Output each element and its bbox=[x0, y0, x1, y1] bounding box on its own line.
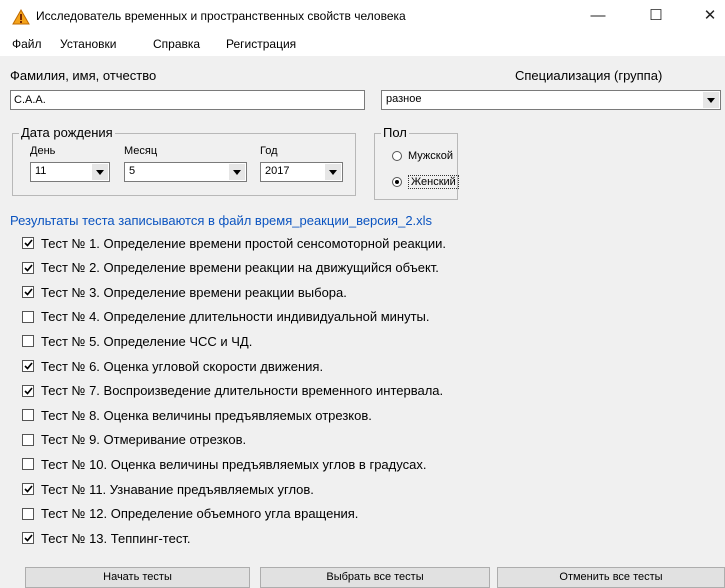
select-all-tests-button[interactable]: Выбрать все тесты bbox=[260, 567, 490, 588]
year-label: Год bbox=[260, 145, 278, 157]
test-checkbox[interactable] bbox=[22, 310, 34, 323]
test-checkbox[interactable] bbox=[22, 458, 34, 471]
specialization-value: разное bbox=[386, 93, 422, 105]
close-button[interactable]: ✕ bbox=[690, 4, 725, 28]
window-title: Исследователь временных и пространственн… bbox=[36, 9, 406, 23]
test-item[interactable]: Тест № 2. Определение времени реакции на… bbox=[22, 258, 439, 278]
menu-file[interactable]: Файл bbox=[12, 37, 42, 51]
checkmark-icon bbox=[23, 534, 33, 542]
chevron-down-icon[interactable] bbox=[325, 164, 341, 180]
test-label: Тест № 1. Определение времени простой се… bbox=[41, 235, 446, 251]
test-label: Тест № 9. Отмеривание отрезков. bbox=[41, 432, 247, 448]
fio-label: Фамилия, имя, отчество bbox=[10, 68, 157, 83]
test-checkbox[interactable] bbox=[22, 286, 34, 299]
results-file-note: Результаты теста записываются в файл вре… bbox=[10, 213, 433, 228]
test-label: Тест № 12. Определение объемного угла вр… bbox=[41, 506, 359, 522]
test-checkbox[interactable] bbox=[22, 433, 34, 446]
checkmark-icon bbox=[23, 485, 33, 493]
start-tests-button[interactable]: Начать тесты bbox=[25, 567, 250, 588]
radio-female[interactable]: Женский bbox=[392, 175, 459, 189]
test-checkbox[interactable] bbox=[22, 335, 34, 348]
checkmark-icon bbox=[23, 387, 33, 395]
test-item[interactable]: Тест № 7. Воспроизведение длительности в… bbox=[22, 381, 443, 401]
year-select[interactable]: 2017 bbox=[260, 162, 343, 182]
test-item[interactable]: Тест № 6. Оценка угловой скорости движен… bbox=[22, 356, 323, 376]
test-checkbox[interactable] bbox=[22, 532, 34, 545]
radio-male[interactable]: Мужской bbox=[392, 150, 453, 162]
radio-male-label: Мужской bbox=[408, 150, 453, 162]
radio-button-male[interactable] bbox=[392, 151, 402, 161]
menu-settings[interactable]: Установки bbox=[60, 37, 116, 51]
menu-bar: Файл Установки Справка Регистрация bbox=[0, 32, 725, 56]
specialization-label: Специализация (группа) bbox=[515, 68, 663, 83]
gender-legend: Пол bbox=[381, 125, 409, 140]
test-item[interactable]: Тест № 11. Узнавание предъявляемых углов… bbox=[22, 479, 314, 499]
test-label: Тест № 5. Определение ЧСС и ЧД. bbox=[41, 333, 253, 349]
month-value: 5 bbox=[129, 165, 136, 177]
chevron-down-icon[interactable] bbox=[703, 92, 719, 108]
title-bar: Исследователь временных и пространственн… bbox=[0, 0, 725, 32]
month-label: Месяц bbox=[124, 145, 158, 157]
test-label: Тест № 6. Оценка угловой скорости движен… bbox=[41, 358, 324, 374]
test-checkbox[interactable] bbox=[22, 261, 34, 274]
test-checkbox[interactable] bbox=[22, 384, 34, 397]
triangle-warning-icon bbox=[12, 9, 30, 25]
checkmark-icon bbox=[23, 288, 33, 296]
test-label: Тест № 2. Определение времени реакции на… bbox=[41, 260, 439, 276]
chevron-down-icon[interactable] bbox=[229, 164, 245, 180]
test-item[interactable]: Тест № 12. Определение объемного угла вр… bbox=[22, 504, 358, 524]
radio-female-label: Женский bbox=[408, 175, 459, 189]
test-item[interactable]: Тест № 3. Определение времени реакции вы… bbox=[22, 282, 347, 302]
checkmark-icon bbox=[23, 362, 33, 370]
test-checkbox[interactable] bbox=[22, 507, 34, 520]
gender-group bbox=[374, 133, 458, 200]
radio-button-female[interactable] bbox=[392, 177, 402, 187]
test-label: Тест № 10. Оценка величины предъявляемых… bbox=[41, 456, 427, 472]
test-item[interactable]: Тест № 5. Определение ЧСС и ЧД. bbox=[22, 331, 252, 351]
test-item[interactable]: Тест № 8. Оценка величины предъявляемых … bbox=[22, 405, 372, 425]
test-label: Тест № 4. Определение длительности индив… bbox=[41, 309, 430, 325]
day-select[interactable]: 11 bbox=[30, 162, 110, 182]
chevron-down-icon[interactable] bbox=[92, 164, 108, 180]
test-checkbox[interactable] bbox=[22, 409, 34, 422]
birth-date-legend: Дата рождения bbox=[19, 125, 115, 140]
maximize-button[interactable]: ☐ bbox=[636, 4, 676, 28]
test-item[interactable]: Тест № 13. Теппинг-тест. bbox=[22, 528, 190, 548]
test-label: Тест № 13. Теппинг-тест. bbox=[41, 530, 191, 546]
test-checkbox[interactable] bbox=[22, 237, 34, 249]
test-label: Тест № 7. Воспроизведение длительности в… bbox=[41, 383, 444, 399]
day-label: День bbox=[30, 145, 56, 157]
year-value: 2017 bbox=[265, 165, 290, 177]
test-label: Тест № 11. Узнавание предъявляемых углов… bbox=[41, 481, 314, 497]
menu-registration[interactable]: Регистрация bbox=[226, 37, 296, 51]
test-label: Тест № 3. Определение времени реакции вы… bbox=[41, 284, 347, 300]
specialization-select[interactable]: разное bbox=[381, 90, 721, 110]
test-item[interactable]: Тест № 4. Определение длительности индив… bbox=[22, 307, 430, 327]
test-checkbox[interactable] bbox=[22, 360, 34, 372]
test-item[interactable]: Тест № 1. Определение времени простой се… bbox=[22, 233, 446, 253]
fio-field[interactable]: С.А.А. bbox=[10, 90, 365, 110]
menu-help[interactable]: Справка bbox=[153, 37, 200, 51]
minimize-button[interactable]: — bbox=[578, 4, 618, 28]
test-label: Тест № 8. Оценка величины предъявляемых … bbox=[41, 407, 372, 423]
cancel-all-tests-button[interactable]: Отменить все тесты bbox=[497, 567, 725, 588]
day-value: 11 bbox=[35, 165, 47, 177]
month-select[interactable]: 5 bbox=[124, 162, 247, 182]
checkmark-icon bbox=[23, 264, 33, 272]
checkmark-icon bbox=[23, 239, 33, 247]
test-item[interactable]: Тест № 9. Отмеривание отрезков. bbox=[22, 430, 246, 450]
test-checkbox[interactable] bbox=[22, 483, 34, 495]
test-item[interactable]: Тест № 10. Оценка величины предъявляемых… bbox=[22, 454, 426, 474]
